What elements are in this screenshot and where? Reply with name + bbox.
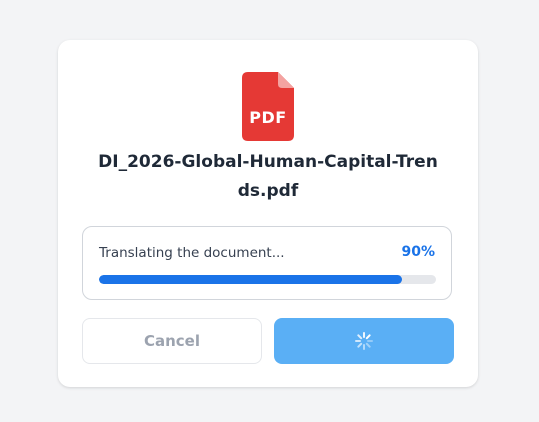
progress-fill: [99, 275, 403, 284]
progress-percent: 90%: [401, 244, 435, 260]
file-name: DI_2026-Global-Human-Capital-Trends.pdf: [98, 152, 438, 201]
spinner-icon: [355, 332, 373, 350]
status-text: Translating the document...: [99, 245, 285, 261]
progress-track: [99, 275, 436, 284]
progress-panel: Translating the document... 90%: [82, 226, 452, 300]
cancel-button[interactable]: Cancel: [82, 318, 262, 364]
pdf-icon-label: PDF: [249, 108, 287, 127]
pdf-file-icon: PDF: [242, 72, 294, 141]
primary-loading-button[interactable]: [274, 318, 454, 364]
translation-dialog: PDF DI_2026-Global-Human-Capital-Trends.…: [58, 40, 478, 387]
